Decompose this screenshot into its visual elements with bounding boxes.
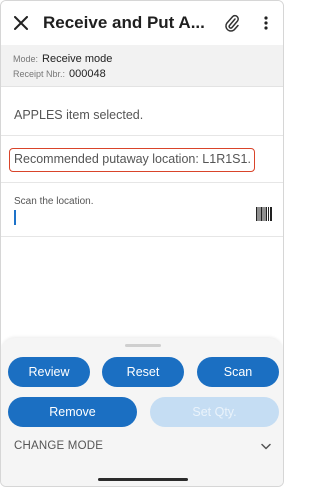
receipt-label: Receipt Nbr.: [13, 69, 66, 79]
divider [1, 236, 283, 237]
divider [1, 135, 283, 136]
mode-label: Mode: [13, 54, 39, 64]
reset-button[interactable]: Reset [102, 357, 184, 387]
receipt-info-panel: Mode: Receive mode Receipt Nbr.: 000048 [1, 45, 283, 87]
scan-location-label: Scan the location. [14, 196, 94, 207]
change-mode-label: CHANGE MODE [14, 440, 104, 452]
recommended-location-message: Recommended putaway location: L1R1S1. [9, 148, 255, 172]
remove-button[interactable]: Remove [8, 397, 137, 427]
change-mode-toggle[interactable]: CHANGE MODE [1, 435, 283, 457]
set-qty-button: Set Qty. [150, 397, 279, 427]
more-vert-icon[interactable] [249, 1, 283, 45]
scan-button[interactable]: Scan [197, 357, 279, 387]
receipt-row: Receipt Nbr.: 000048 [13, 68, 271, 83]
chevron-down-icon [261, 443, 271, 449]
app-screen: Receive and Put A... Mode: Receive mode … [0, 0, 284, 487]
action-bottom-sheet: Review Reset Scan Remove Set Qty. CHANGE… [1, 338, 283, 486]
mode-row: Mode: Receive mode [13, 53, 271, 68]
scan-location-input[interactable] [14, 210, 16, 225]
divider [1, 182, 283, 183]
receipt-value: 000048 [69, 68, 106, 80]
mode-value: Receive mode [42, 53, 113, 65]
page-title: Receive and Put A... [43, 13, 205, 32]
app-bar: Receive and Put A... [1, 1, 283, 45]
home-indicator [98, 478, 188, 481]
review-button[interactable]: Review [8, 357, 90, 387]
close-icon[interactable] [1, 1, 41, 45]
sheet-drag-handle[interactable] [125, 344, 161, 347]
barcode-icon[interactable] [256, 207, 272, 221]
paperclip-icon[interactable] [215, 1, 249, 45]
item-selected-message: APPLES item selected. [14, 108, 144, 122]
